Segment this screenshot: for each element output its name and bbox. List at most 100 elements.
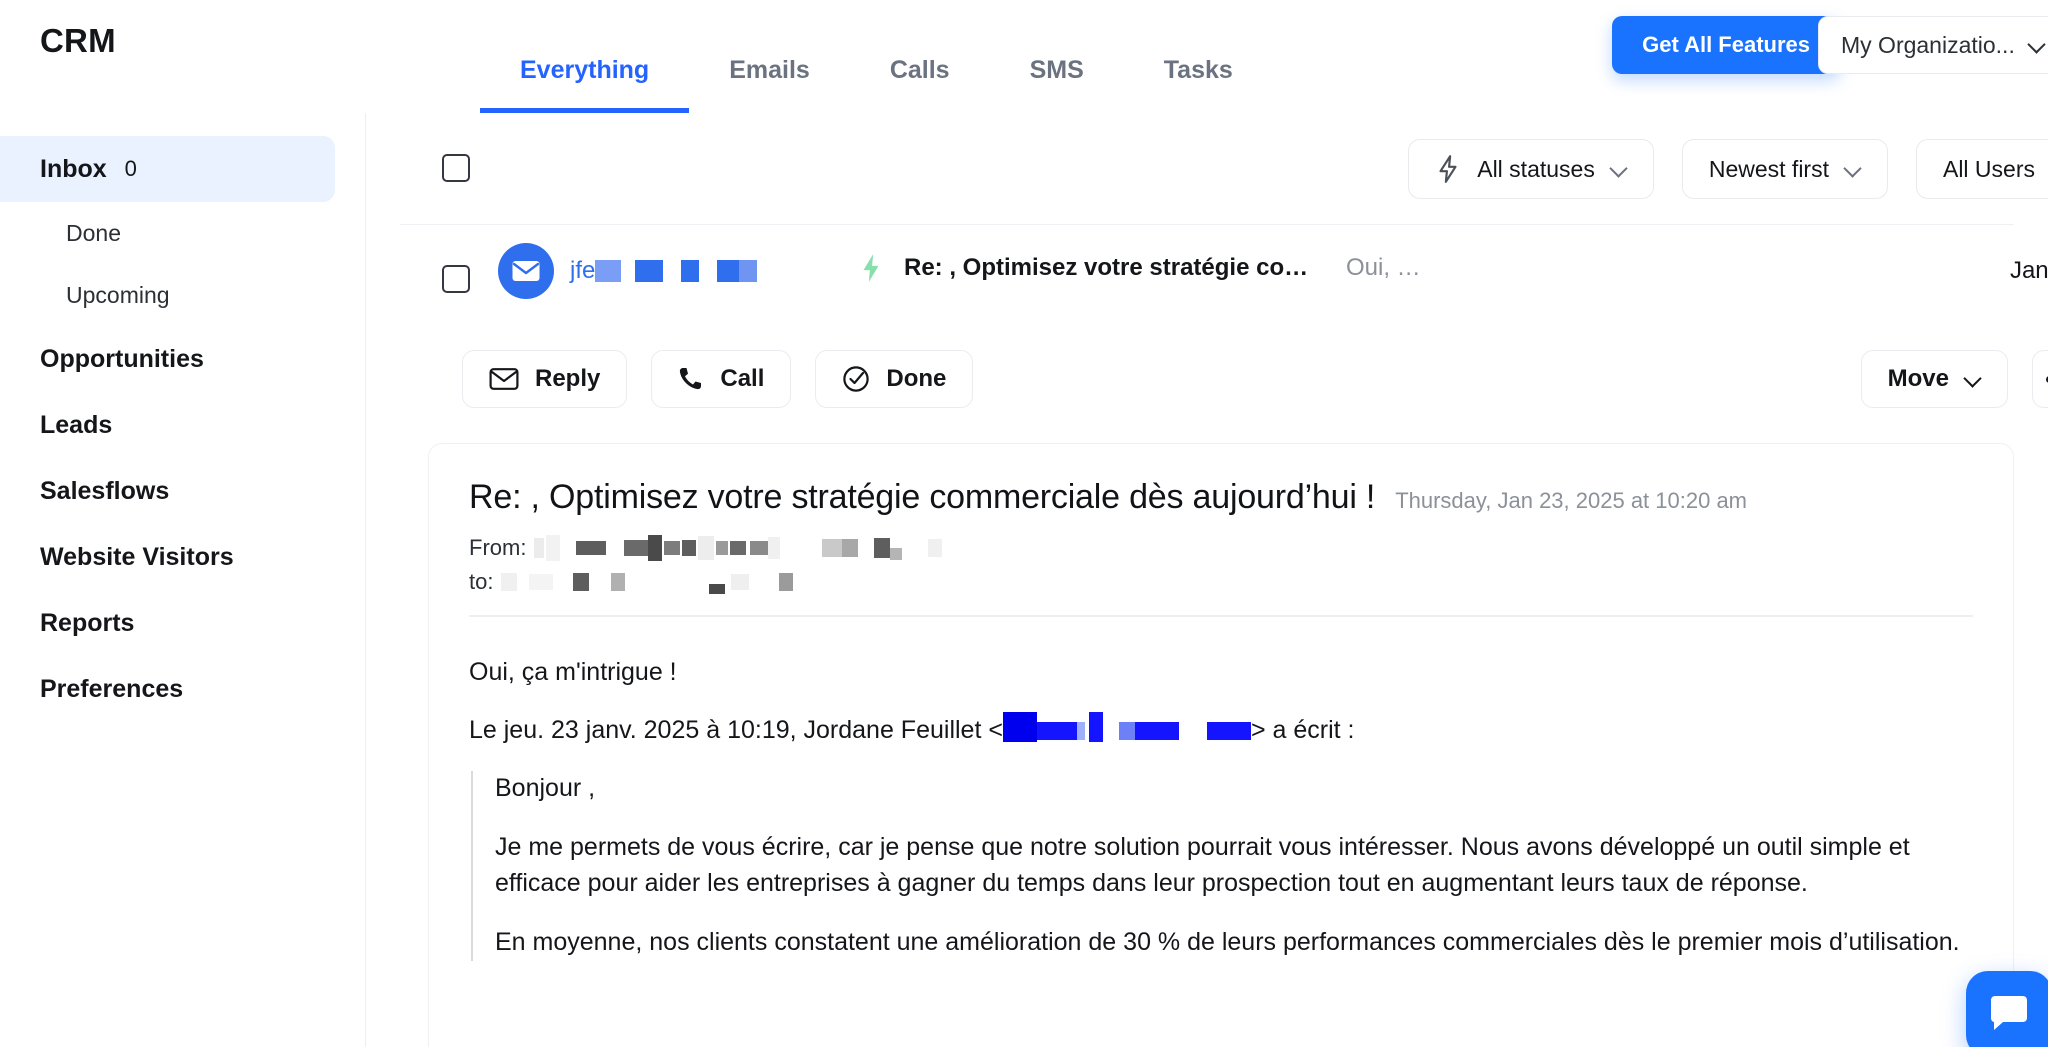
tab-tasks[interactable]: Tasks xyxy=(1124,0,1273,113)
quote-intro-end: > a écrit : xyxy=(1250,716,1355,744)
sort-filter-dropdown[interactable]: Newest first xyxy=(1681,139,1888,199)
redaction-block xyxy=(1002,712,1037,742)
row-subject: Re: , Optimisez votre stratégie com… xyxy=(904,254,1324,281)
redaction-block xyxy=(573,573,590,591)
call-button[interactable]: Call xyxy=(651,350,792,408)
sidebar-item-salesflows[interactable]: Salesflows xyxy=(0,458,335,524)
redaction-block xyxy=(682,540,697,556)
redaction-block xyxy=(874,538,891,558)
sender-name-text: jfe xyxy=(570,257,596,284)
sidebar: Inbox 0 Done Upcoming Opportunities Lead… xyxy=(0,113,366,1047)
tab-emails[interactable]: Emails xyxy=(689,0,850,113)
redaction-block xyxy=(739,260,758,282)
done-label: Done xyxy=(886,365,947,392)
email-from-line: From: xyxy=(469,531,1973,565)
from-label: From: xyxy=(469,535,527,560)
done-button[interactable]: Done xyxy=(815,350,974,408)
action-buttons-right: Move xyxy=(1860,350,2048,408)
row-select-checkbox[interactable] xyxy=(442,265,470,293)
email-reply-text: Oui, ça m'intrigue ! xyxy=(469,657,677,686)
redaction-block xyxy=(731,574,750,590)
email-list-row[interactable]: jfe Re: , Optimisez votre stratégie com…… xyxy=(400,225,2048,333)
main-nav-tabs: Everything Emails Calls SMS Tasks xyxy=(480,0,1273,113)
redaction-block xyxy=(928,539,943,557)
email-meta: From: to: xyxy=(469,531,1973,617)
redaction-block xyxy=(611,573,626,591)
email-body: Oui, ça m'intrigue ! Le jeu. 23 janv. 20… xyxy=(469,617,1973,961)
sender-name: jfe xyxy=(570,257,758,285)
redaction-block xyxy=(1076,722,1085,740)
user-filter-dropdown[interactable]: All Users xyxy=(1915,139,2048,199)
chevron-down-icon xyxy=(1845,165,1861,174)
organization-selector[interactable]: My Organizatio... xyxy=(1818,16,2048,74)
check-circle-icon xyxy=(843,366,870,392)
sidebar-item-leads[interactable]: Leads xyxy=(0,392,335,458)
select-all-checkbox[interactable] xyxy=(442,154,470,182)
sidebar-item-upcoming[interactable]: Upcoming xyxy=(0,264,365,326)
row-checkbox-wrap xyxy=(442,265,470,293)
redaction-block xyxy=(648,535,663,561)
chevron-down-icon xyxy=(1965,375,1981,384)
status-filter-label: All statuses xyxy=(1477,155,1595,182)
sidebar-item-website-visitors[interactable]: Website Visitors xyxy=(0,524,335,590)
redaction-block xyxy=(1134,722,1179,740)
row-subject-cell: Re: , Optimisez votre stratégie com… Oui… xyxy=(860,253,1421,283)
quote-intro-text: Le jeu. 23 janv. 2025 à 10:19, Jordane F… xyxy=(469,716,1003,744)
sidebar-item-done[interactable]: Done xyxy=(0,202,365,264)
redaction-block xyxy=(1036,722,1077,740)
sidebar-item-opportunities[interactable]: Opportunities xyxy=(0,326,335,392)
tab-sms[interactable]: SMS xyxy=(990,0,1124,113)
redaction-block xyxy=(698,536,715,560)
redaction-block xyxy=(534,538,545,558)
redaction-block xyxy=(529,574,554,590)
quote-paragraph-1: Je me permets de vous écrire, car je pen… xyxy=(495,833,1910,897)
quote-paragraph-2: En moyenne, nos clients constatent une a… xyxy=(495,928,1960,956)
move-dropdown-button[interactable]: Move xyxy=(1860,350,2008,408)
email-header: Re: , Optimisez votre stratégie commerci… xyxy=(469,478,1973,517)
email-detail-card: Re: , Optimisez votre stratégie commerci… xyxy=(428,443,2014,1047)
redaction-block xyxy=(501,573,518,591)
chat-bubble-icon xyxy=(1991,996,2027,1030)
redaction-block xyxy=(730,541,747,555)
move-label: Move xyxy=(1887,365,1949,392)
list-toolbar: All statuses Newest first All Users xyxy=(400,113,2048,225)
envelope-icon xyxy=(489,368,519,390)
redaction-block xyxy=(595,260,622,282)
sidebar-item-reports[interactable]: Reports xyxy=(0,590,335,656)
redaction-block xyxy=(664,541,681,555)
reply-button[interactable]: Reply xyxy=(462,350,628,408)
phone-icon xyxy=(680,368,702,390)
chevron-down-icon xyxy=(1611,165,1627,174)
email-quote-intro: Le jeu. 23 janv. 2025 à 10:19, Jordane F… xyxy=(469,712,1973,749)
sidebar-item-label: Inbox xyxy=(40,154,107,183)
tab-everything[interactable]: Everything xyxy=(480,0,690,113)
redaction-block xyxy=(750,541,769,555)
app-logo: CRM xyxy=(40,22,116,59)
email-timestamp: Thursday, Jan 23, 2025 at 10:20 am xyxy=(1395,488,1748,513)
sidebar-item-preferences[interactable]: Preferences xyxy=(0,656,335,722)
quoted-message: Bonjour , Je me permets de vous écrire, … xyxy=(471,770,1973,961)
filter-controls: All statuses Newest first All Users xyxy=(1408,139,2048,199)
redaction-block xyxy=(717,260,740,282)
redaction-block xyxy=(716,541,729,555)
main-content: All statuses Newest first All Users jfe … xyxy=(366,113,2048,1047)
action-buttons-left: Reply Call Done xyxy=(462,350,974,408)
redaction-block xyxy=(1118,722,1135,740)
get-all-features-button[interactable]: Get All Features xyxy=(1612,16,1840,74)
redaction-block xyxy=(709,584,726,594)
more-options-button[interactable] xyxy=(2032,350,2048,408)
redaction-block xyxy=(779,573,794,591)
status-filter-dropdown[interactable]: All statuses xyxy=(1408,139,1654,199)
lightning-bolt-icon xyxy=(1439,155,1457,183)
envelope-icon xyxy=(512,261,540,281)
redaction-block xyxy=(1206,722,1251,740)
sidebar-item-inbox[interactable]: Inbox 0 xyxy=(0,136,335,202)
avatar xyxy=(498,243,554,299)
chat-support-button[interactable] xyxy=(1966,971,2048,1047)
reply-label: Reply xyxy=(535,365,601,392)
call-label: Call xyxy=(720,365,765,392)
tab-calls[interactable]: Calls xyxy=(850,0,990,113)
email-action-bar: Reply Call Done Move xyxy=(400,333,2048,425)
row-date: Jan 23 xyxy=(2009,257,2048,284)
sort-filter-label: Newest first xyxy=(1708,155,1829,182)
